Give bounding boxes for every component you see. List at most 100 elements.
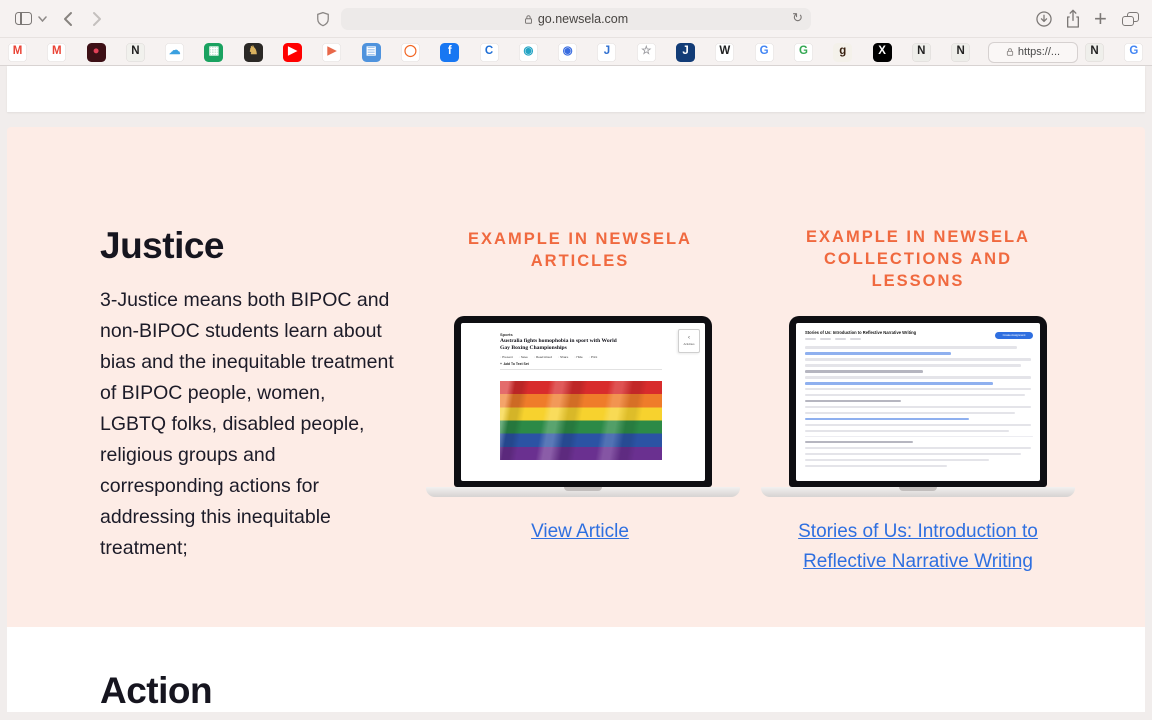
shield-icon — [317, 11, 329, 27]
bookmarks-icons: M M ● N ☁ ▦ ♞ ▶ ▶ ▤ ◯ f C ◉ ◉ J ☆ J W G Gg X N N — [8, 42, 971, 62]
mock-article-category: Sports — [500, 332, 513, 337]
view-article-link[interactable]: View Article — [430, 517, 730, 547]
doc-chip — [805, 337, 816, 341]
divider — [500, 369, 662, 370]
laptop-base — [426, 487, 740, 497]
doc-line — [805, 446, 1031, 450]
mock-activities-label: Activities — [683, 342, 695, 346]
action-section: Action — [7, 627, 1145, 712]
doc-line — [805, 458, 989, 462]
doc-line — [805, 452, 1021, 456]
record-icon[interactable]: ● — [86, 42, 106, 62]
download-icon — [1036, 11, 1052, 27]
c-icon[interactable]: C — [479, 42, 499, 62]
downloads-button[interactable] — [1035, 10, 1053, 28]
mock-add-to-text-set: + Add To Text Set — [500, 362, 529, 366]
doc-line — [805, 363, 1021, 367]
ring-icon[interactable]: ◯ — [400, 42, 420, 62]
collections-column-heading: EXAMPLE IN NEWSELA COLLECTIONS AND LESSO… — [806, 228, 1030, 290]
play-icon[interactable]: ▶ — [322, 42, 342, 62]
article-screenshot: Sports Australia fights homophobia in sp… — [461, 323, 705, 481]
mock-article-toolbar: Present Save Read Aloud Share Hide Print — [500, 355, 597, 359]
mock-toolbar-item: Share — [558, 355, 568, 359]
plus-icon: + — [1094, 6, 1107, 31]
collection-laptop-mockup: Stories of Us: Introduction to Reflectiv… — [789, 316, 1047, 487]
back-arrow-icon — [64, 12, 72, 26]
share-icon — [1067, 9, 1079, 28]
youtube-icon[interactable]: ▶ — [283, 42, 303, 62]
notion-icon-3[interactable]: N — [951, 42, 971, 62]
mock-toolbar-item: Hide — [574, 355, 582, 359]
notion-icon-2[interactable]: N — [911, 42, 931, 62]
wikipedia-icon[interactable]: W — [715, 42, 735, 62]
lock-icon — [524, 14, 532, 24]
tab-label: https://... — [1017, 46, 1061, 58]
sidebar-toggle-button[interactable] — [15, 12, 32, 25]
mock-article-headline: Australia fights homophobia in sport wit… — [500, 338, 617, 351]
url-text: go.newsela.com — [537, 12, 629, 26]
j-square-icon[interactable]: J — [676, 42, 696, 62]
x-icon[interactable]: X — [872, 42, 892, 62]
notion-icon[interactable]: N — [125, 42, 145, 62]
doc-line — [805, 440, 913, 444]
article-laptop-mockup: Sports Australia fights homophobia in sp… — [454, 316, 712, 487]
sheets-icon[interactable]: ▦ — [204, 42, 224, 62]
tabs-overview-icon — [1122, 12, 1139, 26]
justice-section: Justice 3-Justice means both BIPOC and n… — [7, 127, 1145, 627]
j-icon[interactable]: J — [597, 42, 617, 62]
doc-chip — [835, 337, 846, 341]
bookmarks-bar: M M ● N ☁ ▦ ♞ ▶ ▶ ▤ ◯ f C ◉ ◉ J ☆ J W G Gg X N N https://... NG — [0, 38, 1152, 66]
star-icon[interactable]: ☆ — [636, 42, 656, 62]
doc-line — [805, 423, 1031, 427]
laptop-base — [761, 487, 1075, 497]
doc-line — [805, 399, 901, 403]
browser-toolbar: go.newsela.com ↻ + — [0, 0, 1152, 38]
cloud-icon[interactable]: ☁ — [165, 42, 185, 62]
refresh-icon[interactable]: ↻ — [792, 10, 803, 26]
doc-line — [805, 381, 993, 385]
new-tab-button[interactable]: + — [1094, 8, 1107, 30]
collection-link[interactable]: Stories of Us: Introduction to Reflectiv… — [778, 517, 1058, 577]
articles-column-heading: EXAMPLE IN NEWSELA ARTICLES — [468, 230, 692, 270]
doc-line — [805, 351, 951, 355]
notion-icon-4[interactable]: N — [1085, 42, 1104, 62]
goodreads-icon[interactable]: g — [833, 42, 853, 62]
doc-line — [805, 393, 1025, 397]
mock-toolbar-item: Save — [519, 355, 528, 359]
browser-tab[interactable]: https://... — [988, 41, 1078, 63]
gmail-icon[interactable]: M — [8, 42, 27, 62]
folder-icon[interactable]: ▤ — [361, 42, 381, 62]
mock-toolbar-item: Present — [500, 355, 513, 359]
forward-button[interactable] — [92, 11, 102, 27]
doc-line — [805, 411, 1015, 415]
sidebar-chevron-button[interactable] — [38, 16, 47, 22]
google-icon-2[interactable]: G — [793, 42, 813, 62]
page-section-top — [7, 66, 1145, 112]
laptop-notch — [564, 487, 602, 491]
tab-lock-icon — [1006, 48, 1014, 56]
facebook-icon[interactable]: f — [440, 42, 460, 62]
doc-line — [805, 429, 1009, 433]
share-button[interactable] — [1065, 9, 1081, 29]
privacy-report-button[interactable] — [316, 11, 330, 27]
back-button[interactable] — [63, 11, 73, 27]
google-icon[interactable]: G — [754, 42, 774, 62]
forward-arrow-icon — [93, 12, 101, 26]
tab-overview-button[interactable] — [1122, 12, 1139, 26]
chess-icon[interactable]: ♞ — [243, 42, 263, 62]
url-bar[interactable]: go.newsela.com ↻ — [341, 8, 811, 30]
doc-chip — [820, 337, 831, 341]
compass-icon[interactable]: ◉ — [518, 42, 538, 62]
mock-activities-panel: ‹ Activities — [678, 329, 700, 353]
gmail-icon-2[interactable]: M — [47, 42, 67, 62]
google-icon-3[interactable]: G — [1124, 42, 1144, 62]
doc-line — [805, 387, 1031, 391]
pride-flag-image — [500, 381, 662, 460]
circle-icon[interactable]: ◉ — [558, 42, 578, 62]
bookmark-icon: + — [500, 362, 502, 366]
chevron-left-icon: ‹ — [688, 335, 690, 341]
doc-line — [805, 405, 1031, 409]
mock-toolbar-item: Print — [589, 355, 597, 359]
justice-heading: Justice — [100, 225, 225, 266]
doc-line — [805, 464, 947, 468]
